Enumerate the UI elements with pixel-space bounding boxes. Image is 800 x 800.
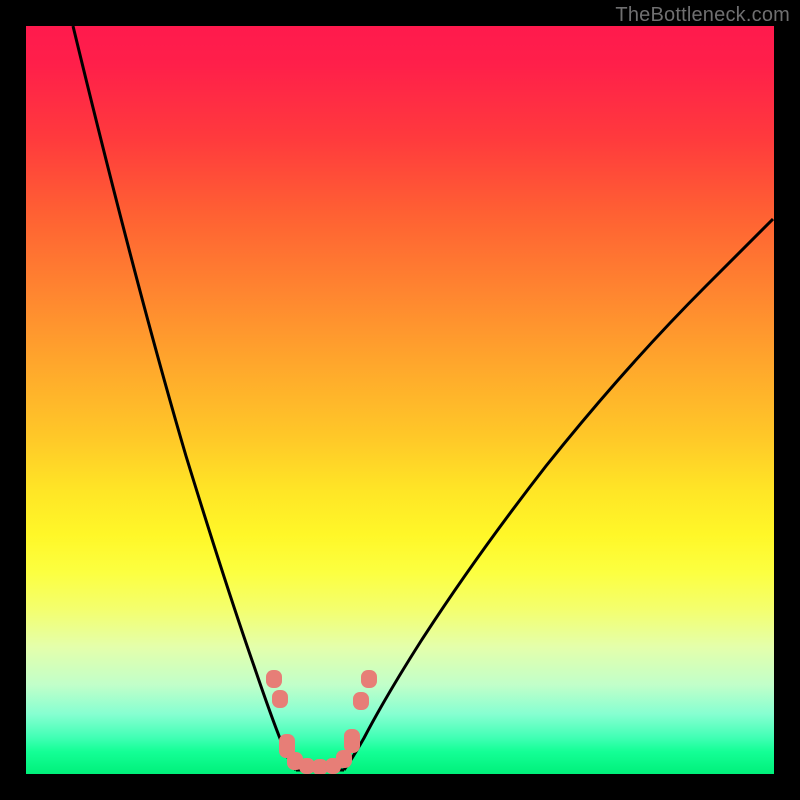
marker (344, 729, 360, 753)
left-curve (73, 26, 296, 770)
marker (272, 690, 288, 708)
right-curve (344, 219, 773, 770)
watermark-text: TheBottleneck.com (615, 4, 790, 27)
marker (353, 692, 369, 710)
marker (266, 670, 282, 688)
chart-svg (26, 26, 774, 774)
marker (361, 670, 377, 688)
bottleneck-chart-plot (26, 26, 774, 774)
